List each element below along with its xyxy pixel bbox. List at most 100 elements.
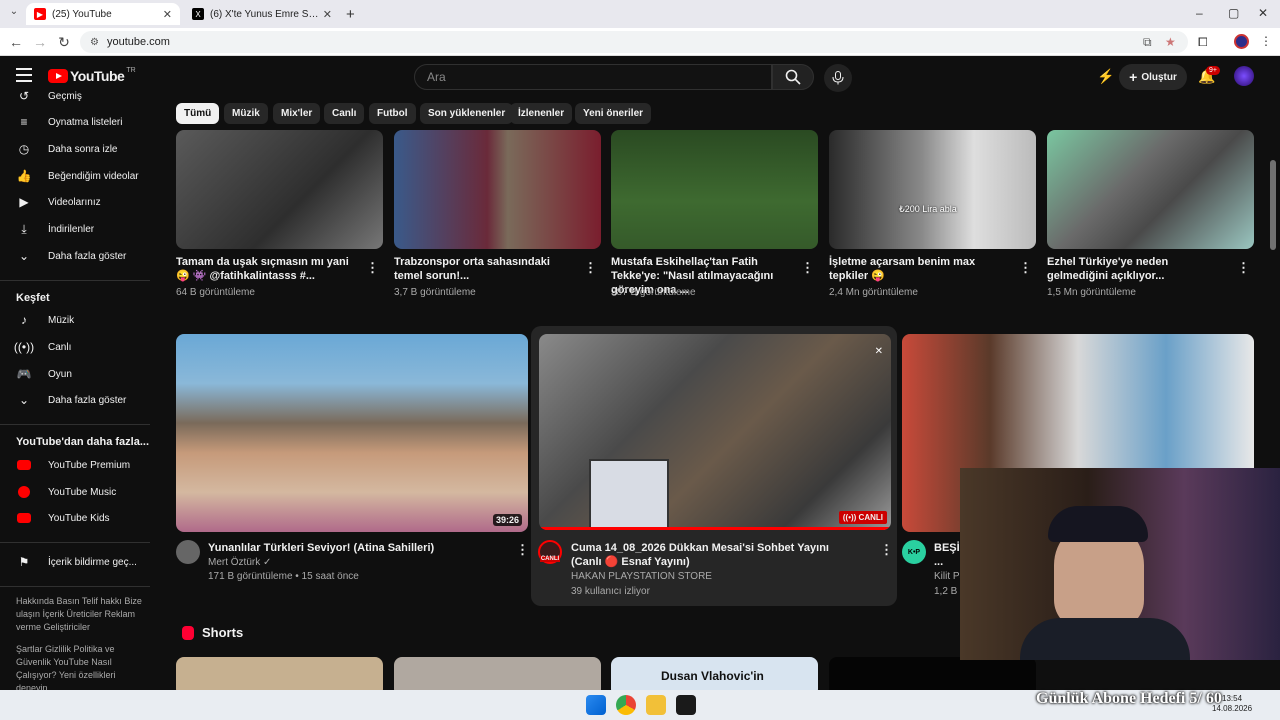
preview-monitor — [589, 459, 669, 529]
chip-recent[interactable]: Son yüklenenler — [420, 103, 514, 124]
install-icon[interactable]: ⧉ — [1143, 35, 1152, 50]
sidebar-item-music-app[interactable]: YouTube Music — [0, 479, 150, 505]
shorts-icon — [182, 625, 194, 640]
video-thumbnail[interactable] — [394, 130, 601, 249]
extensions-icon[interactable]: ⧠ — [1198, 35, 1208, 50]
channel-name[interactable]: Mert Öztürk ✓ — [208, 556, 271, 570]
sidebar-item-label: Canlı — [48, 341, 72, 353]
video-meta: 387 B görüntüleme — [611, 287, 696, 298]
forward-icon[interactable]: → — [32, 34, 48, 50]
sidebar-item-label: Geçmiş — [48, 90, 82, 102]
more-actions-icon[interactable]: ⋮ — [366, 260, 379, 276]
more-actions-icon[interactable]: ⋮ — [516, 542, 529, 558]
video-title[interactable]: İşletme açarsam benim max tepkiler 😜 — [829, 255, 1009, 283]
chip-live[interactable]: Canlı — [324, 103, 365, 124]
video-title[interactable]: Yunanlılar Türkleri Seviyor! (Atina Sahi… — [208, 541, 508, 555]
search-input[interactable]: Ara — [414, 64, 772, 90]
microphone-icon — [832, 71, 844, 85]
video-thumbnail[interactable] — [611, 130, 818, 249]
tab-youtube[interactable]: ▶ (25) YouTube ✕ — [26, 3, 180, 25]
file-explorer-icon[interactable] — [646, 695, 666, 715]
close-window-button[interactable]: ✕ — [1258, 6, 1268, 20]
tab-x[interactable]: X (6) X'te Yunus Emre Sel: "@Siyah ✕ — [184, 3, 340, 25]
tab-search-icon[interactable]: ⌄ — [6, 6, 22, 22]
more-actions-icon[interactable]: ⋮ — [801, 260, 814, 276]
sidebar-item-liked[interactable]: 👍 Beğendiğim videolar — [0, 163, 150, 189]
browser-menu-icon[interactable]: ⋮ — [1260, 34, 1272, 48]
sidebar-item-history[interactable]: ↺ Geçmiş — [0, 88, 150, 109]
sidebar-item-watch-later[interactable]: ◷ Daha sonra izle — [0, 136, 150, 162]
channel-avatar[interactable] — [176, 540, 200, 564]
sidebar-item-music[interactable]: ♪ Müzik — [0, 307, 150, 333]
page-scrollbar[interactable] — [1270, 160, 1276, 250]
sidebar-item-premium[interactable]: YouTube Premium — [0, 452, 150, 478]
chip-mixes[interactable]: Mix'ler — [273, 103, 321, 124]
live-video-preview[interactable]: ((•)) CANLI ✕ — [539, 334, 891, 530]
site-info-icon[interactable]: ⚙ — [90, 37, 99, 48]
maximize-button[interactable]: ▢ — [1228, 6, 1239, 20]
close-icon[interactable]: ✕ — [323, 8, 332, 21]
chip-new-to-you[interactable]: Yeni öneriler — [575, 103, 652, 124]
chrome-icon[interactable] — [616, 695, 636, 715]
chip-music[interactable]: Müzik — [224, 103, 268, 124]
tab-title: (6) X'te Yunus Emre Sel: "@Siyah — [210, 8, 319, 20]
sidebar-item-live[interactable]: ((•)) Canlı — [0, 334, 150, 360]
sidebar-item-gaming[interactable]: 🎮 Oyun — [0, 361, 150, 387]
create-button[interactable]: + Oluştur — [1119, 64, 1187, 90]
more-actions-icon[interactable]: ⋮ — [1237, 260, 1250, 276]
video-duration: 39:26 — [492, 514, 522, 526]
menu-icon[interactable] — [16, 68, 32, 82]
chip-football[interactable]: Futbol — [369, 103, 416, 124]
more-actions-icon[interactable]: ⋮ — [880, 542, 893, 558]
channel-name[interactable]: HAKAN PLAYSTATION STORE — [571, 570, 712, 584]
history-icon: ↺ — [18, 89, 30, 103]
streamer-cap — [1048, 506, 1148, 542]
profile-avatar[interactable] — [1234, 34, 1249, 49]
sidebar-item-downloads[interactable]: ⤓ İndirilenler — [0, 216, 150, 242]
close-icon[interactable]: ✕ — [163, 8, 172, 21]
close-icon[interactable]: ✕ — [875, 346, 883, 357]
cast-icon[interactable]: ⚡ — [1097, 68, 1114, 85]
video-title[interactable]: Tamam da uşak sıçmasın mı yani 😜 👾 @fati… — [176, 255, 356, 283]
video-title[interactable]: Trabzonspor orta sahasındaki temel sorun… — [394, 255, 574, 283]
back-icon[interactable]: ← — [8, 34, 24, 50]
video-thumbnail[interactable]: ₺200 Lira abla — [829, 130, 1036, 249]
video-thumbnail[interactable]: 39:26 — [176, 334, 528, 532]
bookmark-star-icon[interactable]: ★ — [1165, 35, 1176, 49]
chip-watched[interactable]: İzlenenler — [510, 103, 573, 124]
more-actions-icon[interactable]: ⋮ — [1019, 260, 1032, 276]
video-title[interactable]: Cuma 14_08_2026 Dükkan Mesai'si Sohbet Y… — [571, 541, 861, 569]
footer-links-secondary[interactable]: Şartlar Gizlilik Politika ve Güvenlik Yo… — [16, 643, 146, 692]
voice-search-button[interactable] — [824, 64, 852, 92]
youtube-logo[interactable]: YouTube TR — [48, 67, 136, 84]
sidebar-item-playlists[interactable]: ≡ Oynatma listeleri — [0, 109, 150, 135]
sidebar-item-label: YouTube Music — [48, 486, 117, 498]
channel-avatar[interactable]: CANLI — [538, 540, 562, 564]
channel-avatar[interactable]: K•P — [902, 540, 926, 564]
video-meta: 64 B görüntüleme — [176, 287, 255, 298]
video-icon: ▶ — [19, 195, 29, 209]
new-tab-button[interactable]: + — [346, 6, 355, 23]
sidebar-item-show-more[interactable]: ⌄ Daha fazla göster — [0, 243, 150, 269]
sidebar-item-show-more-explore[interactable]: ⌄ Daha fazla göster — [0, 387, 150, 413]
chip-all[interactable]: Tümü — [176, 103, 220, 124]
footer-links-primary[interactable]: Hakkında Basın Telif hakkı Bize ulaşın İ… — [16, 595, 146, 634]
video-thumbnail[interactable] — [176, 130, 383, 249]
chevron-down-icon: ⌄ — [18, 249, 30, 263]
youtube-kids-icon — [16, 510, 32, 526]
channel-name[interactable]: Kilit Pa... — [934, 570, 962, 584]
windows-start-icon[interactable] — [586, 695, 606, 715]
minimize-button[interactable]: – — [1196, 6, 1203, 20]
video-title[interactable]: Ezhel Türkiye'ye neden gelmediğini açıkl… — [1047, 255, 1227, 283]
more-actions-icon[interactable]: ⋮ — [584, 260, 597, 276]
search-button[interactable] — [772, 64, 814, 90]
sidebar-item-kids[interactable]: YouTube Kids — [0, 505, 150, 531]
live-badge: ((•)) CANLI — [838, 511, 887, 524]
sidebar-item-your-videos[interactable]: ▶ Videolarınız — [0, 189, 150, 215]
reload-icon[interactable]: ↻ — [56, 34, 72, 51]
address-bar[interactable]: ⚙ youtube.com — [80, 31, 1188, 53]
sidebar-item-report[interactable]: ⚑ İçerik bildirme geç... — [0, 549, 150, 575]
account-avatar[interactable] — [1234, 66, 1254, 86]
app-icon[interactable] — [676, 695, 696, 715]
video-thumbnail[interactable] — [1047, 130, 1254, 249]
